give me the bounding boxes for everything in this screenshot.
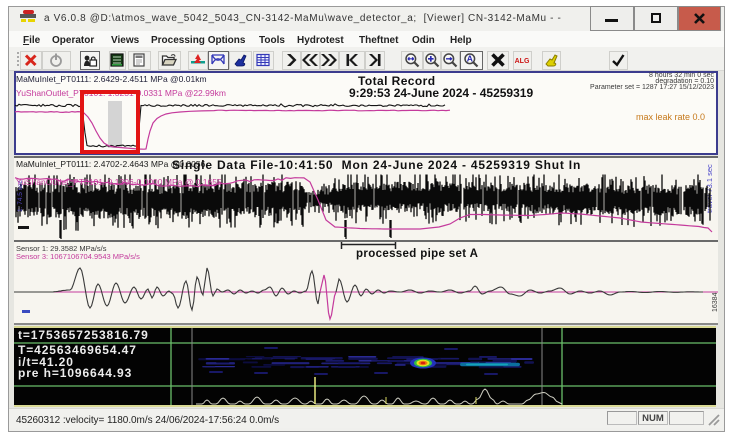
svg-text:A: A	[467, 54, 473, 64]
svg-text:ALG: ALG	[515, 58, 530, 65]
